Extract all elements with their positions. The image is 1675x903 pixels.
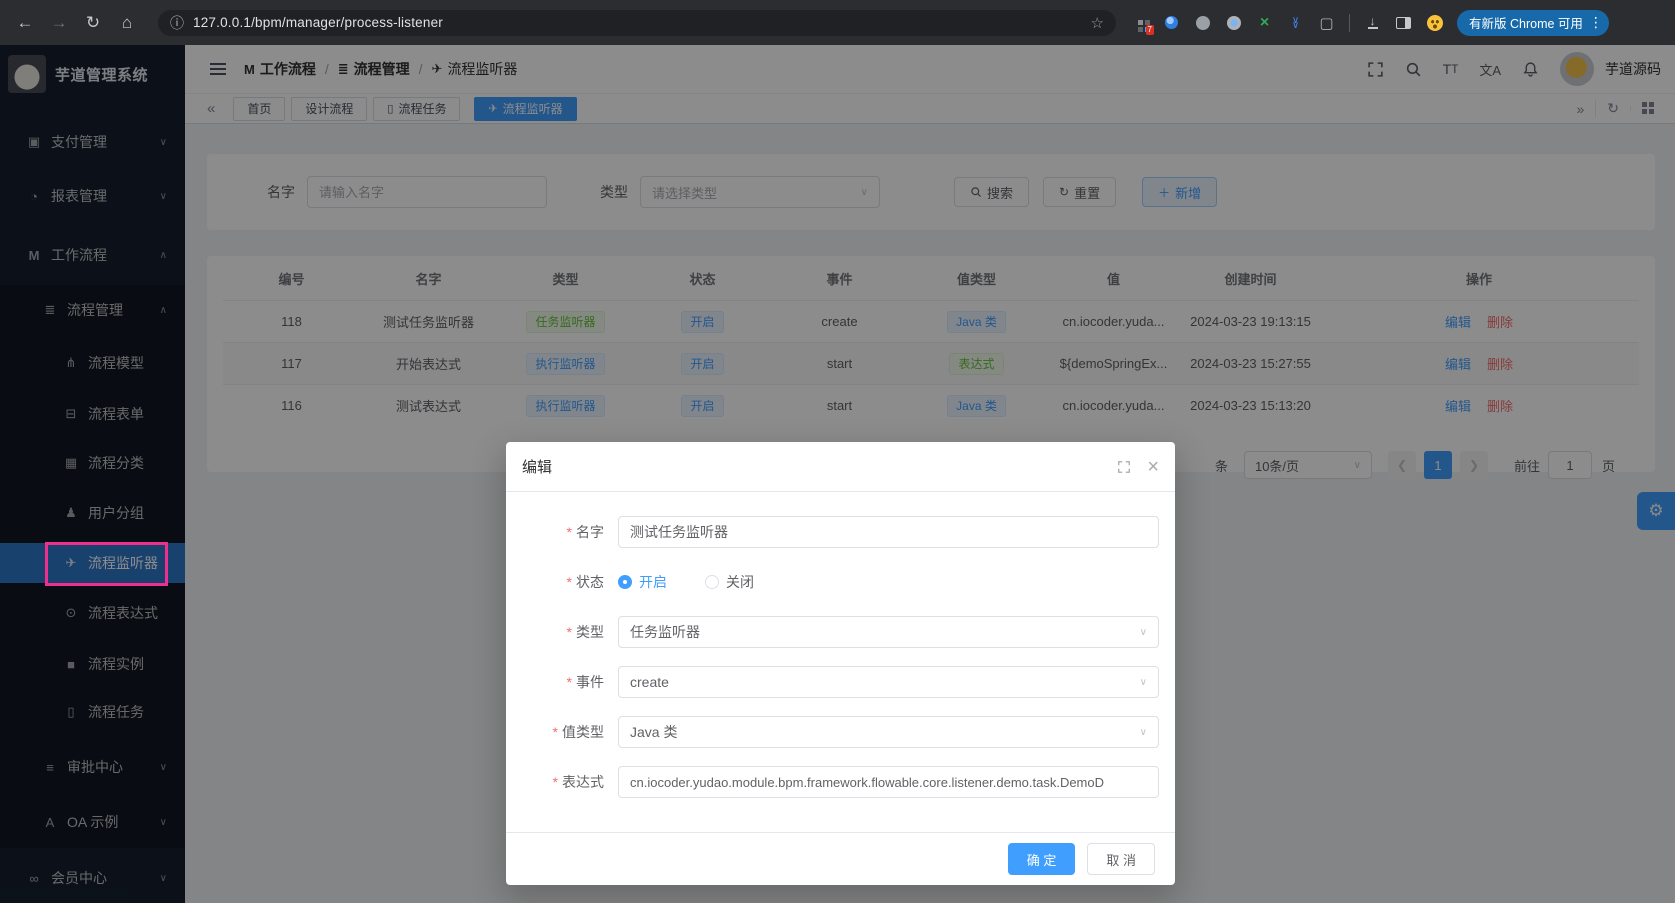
extension-glyph (1227, 16, 1241, 30)
status-on-label: 开启 (639, 572, 667, 592)
dialog-fullscreen-icon[interactable] (1117, 460, 1131, 474)
edit-dialog: 编辑 × *名字 *状态 开启 关闭 (506, 442, 1175, 885)
dialog-header: 编辑 × (506, 442, 1175, 492)
dialog-body: *名字 *状态 开启 关闭 *类型 任务监听器 ∨ (506, 492, 1175, 798)
expression-field-input[interactable] (618, 766, 1159, 798)
radio-dot-icon (618, 575, 632, 589)
extension-icon[interactable]: 7 (1132, 14, 1149, 31)
cancel-button[interactable]: 取 消 (1087, 843, 1155, 875)
required-mark: * (567, 674, 572, 690)
extensions-row: 7 × ∨∨ ▢ ↓ (1132, 14, 1443, 32)
status-radio-off[interactable]: 关闭 (705, 572, 754, 592)
toolbar-divider (1349, 14, 1350, 32)
extension-icon[interactable] (1225, 14, 1242, 31)
chevron-down-icon: ∨ (1140, 627, 1147, 638)
event-field-value: create (630, 674, 669, 690)
form-row-value-type: *值类型 Java 类 ∨ (526, 716, 1159, 748)
browser-reload-icon[interactable]: ↻ (76, 13, 110, 33)
type-field-label: *类型 (526, 622, 604, 642)
chevron-down-icon: ∨ (1140, 727, 1147, 738)
browser-forward-icon[interactable]: → (42, 13, 76, 33)
dialog-close-icon[interactable]: × (1147, 460, 1159, 474)
downloads-icon[interactable]: ↓ (1364, 14, 1381, 31)
form-row-expression: *表达式 (526, 766, 1159, 798)
dialog-title: 编辑 (522, 456, 552, 477)
status-off-label: 关闭 (726, 572, 754, 592)
type-field-value: 任务监听器 (630, 622, 700, 642)
url-text[interactable]: 127.0.0.1/bpm/manager/process-listener (193, 15, 1091, 30)
name-field-input[interactable] (618, 516, 1159, 548)
extension-badge: 7 (1146, 25, 1154, 35)
site-info-icon[interactable]: ⓘ (170, 13, 184, 33)
required-mark: * (553, 724, 558, 740)
form-row-status: *状态 开启 关闭 (526, 566, 1159, 598)
required-mark: * (553, 774, 558, 790)
value-type-field-label: *值类型 (526, 722, 604, 742)
form-row-event: *事件 create ∨ (526, 666, 1159, 698)
extension-icon[interactable] (1194, 14, 1211, 31)
extension-glyph (1165, 16, 1178, 29)
browser-chrome: ← → ↻ ⌂ ⓘ 127.0.0.1/bpm/manager/process-… (0, 0, 1675, 45)
type-field-select[interactable]: 任务监听器 ∨ (618, 616, 1159, 648)
panel-glyph (1396, 17, 1411, 29)
extensions-puzzle-icon[interactable]: ▢ (1318, 14, 1335, 31)
status-radio-on[interactable]: 开启 (618, 572, 667, 592)
chrome-update-button[interactable]: 有新版 Chrome 可用 ⋮ (1457, 10, 1609, 36)
required-mark: * (567, 524, 572, 540)
value-type-field-select[interactable]: Java 类 ∨ (618, 716, 1159, 748)
extension-icon[interactable] (1163, 14, 1180, 31)
browser-home-icon[interactable]: ⌂ (110, 13, 144, 33)
extension-icon[interactable]: ∨∨ (1287, 14, 1304, 31)
form-row-type: *类型 任务监听器 ∨ (526, 616, 1159, 648)
browser-back-icon[interactable]: ← (8, 13, 42, 33)
required-mark: * (567, 624, 572, 640)
required-mark: * (567, 574, 572, 590)
profile-avatar-icon[interactable] (1426, 14, 1443, 31)
confirm-button[interactable]: 确 定 (1008, 843, 1076, 875)
value-type-field-value: Java 类 (630, 722, 677, 742)
extension-glyph (1196, 16, 1210, 30)
name-field-label: *名字 (526, 522, 604, 542)
status-field-label: *状态 (526, 572, 604, 592)
form-row-name: *名字 (526, 516, 1159, 548)
side-panel-icon[interactable] (1395, 14, 1412, 31)
dialog-footer: 确 定 取 消 (506, 832, 1175, 885)
extension-icon[interactable]: × (1256, 14, 1273, 31)
expression-field-label: *表达式 (526, 772, 604, 792)
radio-dot-icon (705, 575, 719, 589)
address-bar[interactable]: ⓘ 127.0.0.1/bpm/manager/process-listener… (158, 10, 1116, 36)
emoji-glyph (1427, 15, 1443, 31)
bookmark-star-icon[interactable]: ☆ (1091, 14, 1104, 32)
event-field-select[interactable]: create ∨ (618, 666, 1159, 698)
chrome-update-label: 有新版 Chrome 可用 (1469, 13, 1583, 32)
extension-glyph (1138, 20, 1143, 25)
chrome-menu-icon[interactable]: ⋮ (1589, 14, 1603, 31)
chevron-down-icon: ∨ (1140, 677, 1147, 688)
event-field-label: *事件 (526, 672, 604, 692)
